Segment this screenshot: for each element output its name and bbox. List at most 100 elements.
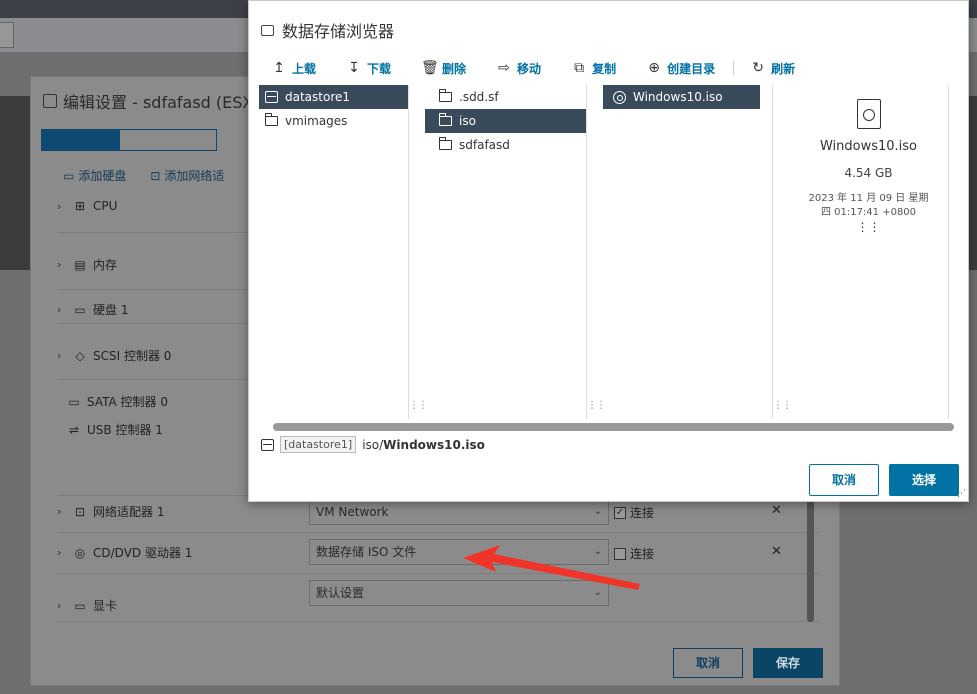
tab-virtual-hardware[interactable] — [41, 129, 119, 151]
usb-icon: ⇌ — [68, 422, 80, 437]
refresh-button[interactable]: ↻ 刷新 — [750, 60, 795, 77]
hw-row-network[interactable]: › ⊡ 网络适配器 1 — [57, 503, 164, 520]
divider — [57, 532, 819, 533]
hw-row-disk[interactable]: › ▭ 硬盘 1 — [57, 301, 128, 318]
edit-cancel-button[interactable]: 取消 — [673, 648, 743, 678]
scsi-icon: ◇ — [75, 348, 85, 363]
chevron-down-icon: ⌄ — [593, 506, 602, 517]
mkdir-button[interactable]: ⊕ 创建目录 — [646, 60, 715, 77]
toolbar-dropdown[interactable] — [0, 22, 14, 48]
move-button[interactable]: ⇨ 移动 — [496, 60, 541, 77]
toolbar-divider — [733, 61, 735, 75]
trash-icon: 🗑 — [421, 60, 439, 76]
datastore-browser-icon — [261, 24, 274, 36]
column-resize-handle[interactable]: ⋮⋮ — [773, 400, 792, 411]
browser-toolbar: ↥ 上载 ↧ 下载 🗑 删除 ⇨ 移动 ⧉ 复制 ⊕ 创建目录 ↻ 刷新 — [271, 59, 825, 77]
chevron-down-icon: ⌄ — [593, 546, 602, 557]
cpu-icon: ⊞ — [74, 199, 86, 213]
copy-icon: ⧉ — [574, 60, 585, 76]
chevron-right-icon: › — [57, 303, 62, 316]
datastore-column: datastore1 vmimages ⋮⋮ — [259, 85, 428, 419]
new-folder-icon: ⊕ — [648, 60, 660, 76]
chevron-right-icon: › — [57, 349, 62, 362]
disk-icon: ▭ — [74, 302, 86, 317]
hw-row-cdrom[interactable]: › ◎ CD/DVD 驱动器 1 — [57, 544, 192, 561]
column-resize-handle[interactable]: ⋮⋮ — [857, 220, 881, 234]
path-bar: [datastore1] iso/Windows10.iso — [261, 436, 485, 453]
divider — [57, 621, 819, 622]
datastore-browser-modal: 数据存储浏览器 ↥ 上载 ↧ 下载 🗑 删除 ⇨ 移动 ⧉ 复制 ⊕ 创建目录 ↻ 刷新 da… — [248, 0, 969, 502]
remove-cd-button[interactable]: ✕ — [771, 544, 782, 559]
download-icon: ↧ — [348, 60, 360, 76]
folder-column: .sdd.sf iso sdfafasd ⋮⋮ — [425, 85, 606, 419]
upload-button[interactable]: ↥ 上载 — [271, 60, 316, 77]
download-button[interactable]: ↧ 下载 — [346, 60, 391, 77]
datastore-icon — [261, 438, 274, 451]
browser-columns: datastore1 vmimages ⋮⋮ .sdd.sf iso sdfaf… — [259, 85, 957, 419]
folder-icon — [438, 137, 452, 150]
list-item-sdd[interactable]: .sdd.sf — [425, 85, 586, 109]
hw-row-video[interactable]: › ▭ 显卡 — [57, 597, 117, 614]
browser-select-button[interactable]: 选择 — [889, 464, 959, 496]
list-item-windows10-iso[interactable]: Windows10.iso — [603, 85, 760, 109]
hw-row-scsi[interactable]: › ◇ SCSI 控制器 0 — [57, 347, 171, 364]
disc-icon — [613, 90, 626, 104]
chevron-right-icon: › — [57, 199, 62, 213]
preview-date: 2023 年 11 月 09 日 星期四 01:17:41 +0800 — [808, 193, 929, 218]
hw-row-cpu[interactable]: › ⊞ CPU — [57, 199, 117, 213]
sata-icon: ▭ — [68, 394, 80, 409]
column-resize-handle[interactable]: ⋮⋮ — [587, 400, 606, 411]
checkbox-checked-icon: ✓ — [614, 506, 626, 519]
edit-dialog-title: 编辑设置 - sdfafasd (ESX — [43, 89, 253, 113]
folder-icon — [264, 113, 278, 126]
chevron-right-icon: › — [57, 546, 62, 559]
chevron-down-icon: ⌄ — [593, 587, 602, 598]
file-preview: Windows10.iso 4.54 GB 2023 年 11 月 09 日 星… — [789, 85, 949, 419]
cd-icon: ◎ — [74, 545, 86, 560]
list-item-sdfafasd[interactable]: sdfafasd — [425, 133, 586, 157]
cd-connect-checkbox[interactable]: 连接 — [614, 545, 654, 562]
network-icon: ⊡ — [150, 168, 161, 183]
iso-file-icon — [856, 99, 881, 129]
path-text: iso/Windows10.iso — [362, 437, 485, 452]
list-item-iso[interactable]: iso — [425, 109, 586, 133]
edit-tabs — [41, 129, 217, 151]
chevron-right-icon: › — [57, 505, 62, 518]
divider — [57, 573, 819, 574]
copy-button[interactable]: ⧉ 复制 — [571, 60, 616, 77]
network-icon: ⊡ — [74, 504, 86, 519]
network-select[interactable]: VM Network ⌄ — [309, 499, 609, 525]
settings-scrollbar[interactable] — [807, 497, 814, 622]
chevron-right-icon: › — [57, 599, 62, 612]
list-item-datastore1[interactable]: datastore1 — [259, 85, 408, 109]
folder-icon — [438, 89, 452, 102]
file-column: Windows10.iso ⋮⋮ — [603, 85, 792, 419]
move-icon: ⇨ — [498, 60, 510, 76]
display-select[interactable]: 默认设置 ⌄ — [309, 580, 609, 606]
hw-row-usb: ⇌ USB 控制器 1 — [68, 422, 163, 438]
cd-source-select[interactable]: 数据存储 ISO 文件 ⌄ — [309, 539, 609, 565]
preview-filename: Windows10.iso — [819, 139, 918, 154]
chevron-right-icon: › — [57, 258, 62, 271]
add-nic-button[interactable]: ⊡ 添加网络适 — [150, 167, 224, 184]
folder-open-icon — [438, 113, 452, 126]
edit-save-button[interactable]: 保存 — [753, 648, 823, 678]
browser-cancel-button[interactable]: 取消 — [809, 464, 879, 496]
tab-vm-options[interactable] — [119, 129, 217, 151]
edit-actions: ▭ 添加硬盘 ⊡ 添加网络适 — [63, 167, 224, 184]
column-resize-handle[interactable]: ⋮⋮ — [409, 400, 428, 411]
hw-row-memory[interactable]: › ▤ 内存 — [57, 256, 117, 273]
preview-filesize: 4.54 GB — [844, 166, 893, 180]
delete-button[interactable]: 🗑 删除 — [421, 60, 466, 77]
browser-title: 数据存储浏览器 — [261, 18, 394, 42]
horizontal-scrollbar[interactable] — [273, 423, 954, 431]
resize-grip-icon[interactable]: ⋰ — [957, 489, 966, 499]
add-disk-button[interactable]: ▭ 添加硬盘 — [63, 167, 126, 184]
list-item-vmimages[interactable]: vmimages — [259, 109, 408, 133]
network-connect-checkbox[interactable]: ✓ 连接 — [614, 504, 654, 521]
memory-icon: ▤ — [74, 257, 86, 272]
path-datastore: [datastore1] — [280, 436, 357, 453]
remove-network-button[interactable]: ✕ — [771, 503, 782, 518]
edit-icon — [43, 94, 57, 108]
refresh-icon: ↻ — [752, 60, 764, 76]
